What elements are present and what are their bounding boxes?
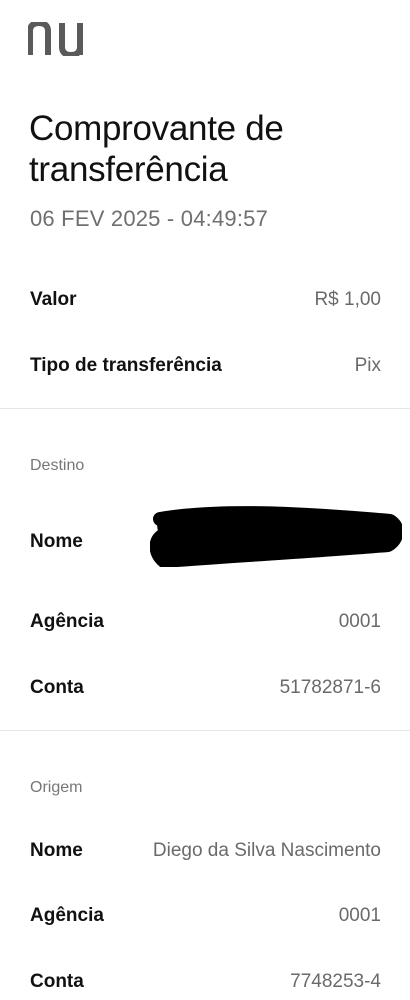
amount-value: R$ 1,00 <box>314 289 381 310</box>
destination-account-row: Conta 51782871-6 <box>30 673 381 703</box>
destination-agency-row: Agência 0001 <box>30 607 381 637</box>
nubank-logo-icon <box>28 22 83 56</box>
origin-name-label: Nome <box>30 840 83 861</box>
origin-account-value: 7748253-4 <box>290 971 381 992</box>
transfer-type-label: Tipo de transferência <box>30 355 222 376</box>
destination-account-value: 51782871-6 <box>279 677 381 698</box>
origin-agency-row: Agência 0001 <box>30 901 381 931</box>
origin-account-row: Conta 7748253-4 <box>30 967 381 997</box>
section-divider <box>0 730 410 731</box>
section-divider <box>0 408 410 409</box>
redaction-scribble <box>150 506 402 567</box>
origin-account-label: Conta <box>30 971 84 992</box>
origin-section-title: Origem <box>30 779 83 796</box>
origin-name-row: Nome Diego da Silva Nascimento <box>30 836 381 866</box>
origin-agency-value: 0001 <box>338 905 381 926</box>
transfer-type-row: Tipo de transferência Pix <box>30 351 381 381</box>
amount-label: Valor <box>30 289 77 310</box>
destination-agency-label: Agência <box>30 611 104 632</box>
destination-section-title: Destino <box>30 457 85 474</box>
destination-agency-value: 0001 <box>338 611 381 632</box>
destination-name-label: Nome <box>30 531 83 552</box>
destination-account-label: Conta <box>30 677 84 698</box>
transfer-type-value: Pix <box>354 355 381 376</box>
transfer-datetime: 06 FEV 2025 - 04:49:57 <box>30 206 269 231</box>
origin-agency-label: Agência <box>30 905 104 926</box>
origin-name-value: Diego da Silva Nascimento <box>152 840 381 861</box>
amount-row: Valor R$ 1,00 <box>30 285 381 315</box>
page-title: Comprovante de transferência <box>29 109 284 189</box>
